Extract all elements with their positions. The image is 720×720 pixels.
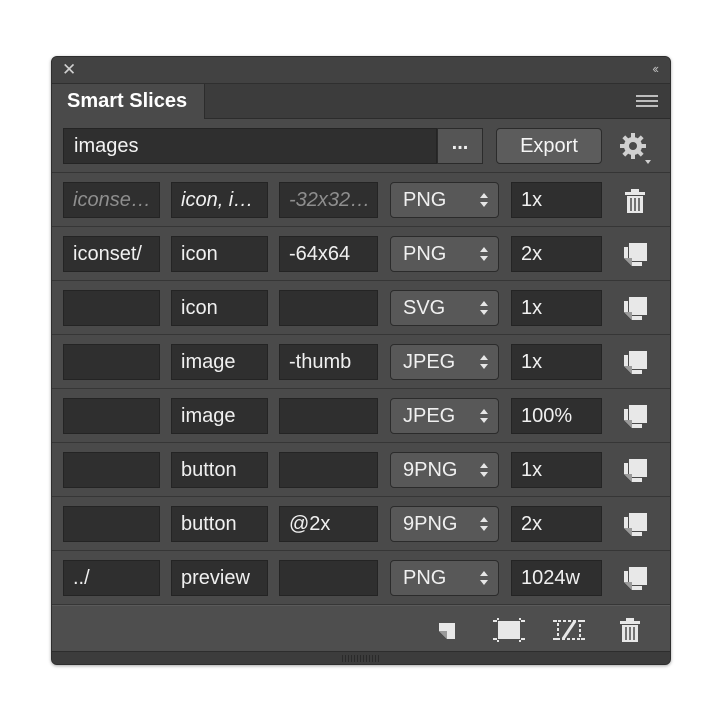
format-value: 9PNG xyxy=(403,513,458,535)
stepper-arrows-icon xyxy=(480,355,488,369)
slice-row: icon SVG 1x xyxy=(52,281,670,335)
scale-field[interactable]: 1x xyxy=(511,290,602,326)
stepper-arrows-icon xyxy=(480,193,488,207)
gear-icon[interactable] xyxy=(618,131,652,165)
duplicate-icon[interactable] xyxy=(621,293,649,323)
suffix-field[interactable]: -64x64 xyxy=(279,236,378,272)
scale-field[interactable]: 1024w xyxy=(511,560,602,596)
duplicate-icon[interactable] xyxy=(621,347,649,377)
format-select[interactable]: SVG xyxy=(390,290,499,326)
panel-menu-icon[interactable] xyxy=(636,95,658,108)
stepper-arrows-icon xyxy=(480,463,488,477)
resize-handle[interactable] xyxy=(52,651,670,664)
name-field[interactable]: icon xyxy=(171,236,268,272)
format-select[interactable]: 9PNG xyxy=(390,506,499,542)
smart-slices-panel: ✕ ‹‹ Smart Slices images ... Export icon… xyxy=(51,56,671,665)
name-field[interactable]: button xyxy=(171,506,268,542)
tab-smart-slices[interactable]: Smart Slices xyxy=(52,84,205,119)
suffix-field[interactable] xyxy=(279,398,378,434)
duplicate-icon[interactable] xyxy=(621,563,649,593)
format-value: JPEG xyxy=(403,351,456,373)
duplicate-icon[interactable] xyxy=(621,509,649,539)
panel-titlebar: ✕ ‹‹ xyxy=(52,57,670,84)
scale-field[interactable]: 100% xyxy=(511,398,602,434)
suffix-field[interactable]: @2x xyxy=(279,506,378,542)
export-button[interactable]: Export xyxy=(496,128,602,164)
format-value: 9PNG xyxy=(403,459,458,481)
slice-row: image JPEG 100% xyxy=(52,389,670,443)
scale-field[interactable]: 2x xyxy=(511,506,602,542)
duplicate-icon[interactable] xyxy=(621,239,649,269)
slice-row: iconset/icon -64x64 PNG 2x xyxy=(52,227,670,281)
folder-field[interactable]: iconse… xyxy=(63,182,160,218)
format-select[interactable]: 9PNG xyxy=(390,452,499,488)
trash-icon[interactable] xyxy=(621,185,649,215)
format-value: PNG xyxy=(403,567,447,589)
trash-icon[interactable] xyxy=(618,617,642,643)
folder-field[interactable] xyxy=(63,452,160,488)
slice-row: iconse… icon, i… -32x32… PNG 1x xyxy=(52,173,670,227)
folder-field[interactable] xyxy=(63,344,160,380)
scale-field[interactable]: 1x xyxy=(511,452,602,488)
name-field[interactable]: image xyxy=(171,398,268,434)
format-value: PNG xyxy=(403,189,447,211)
collapse-icon[interactable]: ‹‹ xyxy=(652,61,659,76)
browse-button[interactable]: ... xyxy=(437,128,483,164)
scale-field[interactable]: 1x xyxy=(511,344,602,380)
folder-field[interactable]: iconset/ xyxy=(63,236,160,272)
format-select[interactable]: PNG xyxy=(390,182,499,218)
name-field[interactable]: button xyxy=(171,452,268,488)
stepper-arrows-icon xyxy=(480,409,488,423)
name-field[interactable]: icon xyxy=(171,290,268,326)
scale-field[interactable]: 1x xyxy=(511,182,602,218)
folder-field[interactable] xyxy=(63,398,160,434)
folder-field[interactable] xyxy=(63,290,160,326)
suffix-field[interactable]: -thumb xyxy=(279,344,378,380)
folder-field[interactable] xyxy=(63,506,160,542)
format-value: SVG xyxy=(403,297,446,319)
slice-row: image -thumb JPEG 1x xyxy=(52,335,670,389)
footer-toolbar xyxy=(52,605,670,652)
duplicate-icon[interactable] xyxy=(621,401,649,431)
slice-row: button @2x 9PNG 2x xyxy=(52,497,670,551)
slice-selection-icon[interactable] xyxy=(492,617,526,643)
suffix-field[interactable] xyxy=(279,560,378,596)
close-icon[interactable]: ✕ xyxy=(62,61,76,78)
slice-row: ../ preview PNG 1024w xyxy=(52,551,670,605)
stepper-arrows-icon xyxy=(480,571,488,585)
name-field[interactable]: preview xyxy=(171,560,268,596)
suffix-field[interactable] xyxy=(279,290,378,326)
new-slice-icon[interactable] xyxy=(435,617,461,643)
stepper-arrows-icon xyxy=(480,517,488,531)
stepper-arrows-icon xyxy=(480,247,488,261)
export-toolbar: images ... Export xyxy=(52,119,670,173)
scale-field[interactable]: 2x xyxy=(511,236,602,272)
format-select[interactable]: PNG xyxy=(390,560,499,596)
folder-field[interactable]: ../ xyxy=(63,560,160,596)
tab-bar: Smart Slices xyxy=(52,84,670,119)
output-folder-input[interactable]: images xyxy=(63,128,437,164)
stepper-arrows-icon xyxy=(480,301,488,315)
remove-slice-icon[interactable] xyxy=(552,617,586,643)
name-field[interactable]: icon, i… xyxy=(171,182,268,218)
slice-row: button 9PNG 1x xyxy=(52,443,670,497)
suffix-field[interactable] xyxy=(279,452,378,488)
format-select[interactable]: JPEG xyxy=(390,344,499,380)
suffix-field[interactable]: -32x32… xyxy=(279,182,378,218)
format-value: PNG xyxy=(403,243,447,265)
name-field[interactable]: image xyxy=(171,344,268,380)
format-select[interactable]: JPEG xyxy=(390,398,499,434)
duplicate-icon[interactable] xyxy=(621,455,649,485)
format-select[interactable]: PNG xyxy=(390,236,499,272)
format-value: JPEG xyxy=(403,405,456,427)
